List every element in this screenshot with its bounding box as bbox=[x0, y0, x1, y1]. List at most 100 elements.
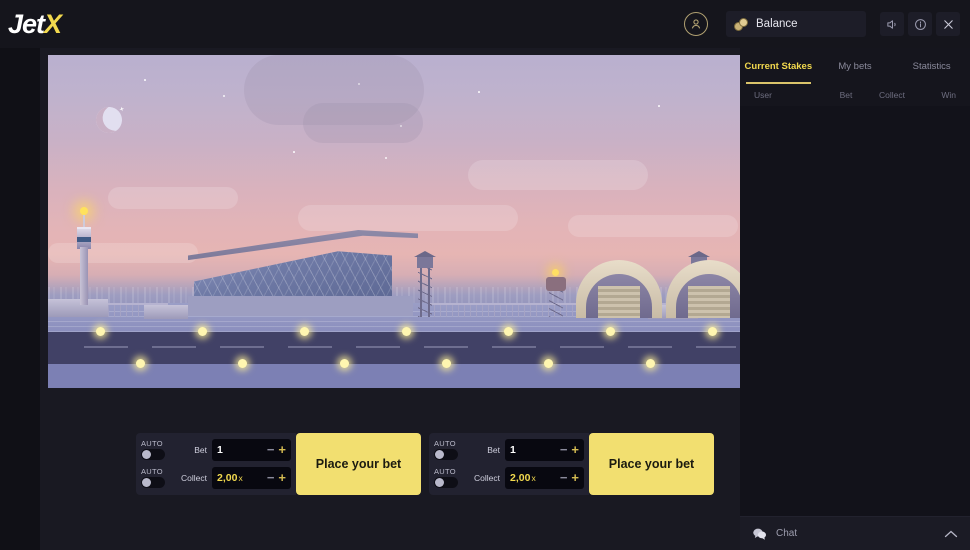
auto-bet-toggle-group[interactable]: AUTO bbox=[141, 440, 168, 460]
column-header-bet: Bet bbox=[839, 90, 853, 100]
collect-value[interactable]: 2,00x bbox=[510, 472, 556, 484]
plus-icon[interactable]: + bbox=[278, 471, 286, 484]
hangar-door bbox=[688, 286, 730, 318]
place-bet-button-2[interactable]: Place your bet bbox=[589, 433, 714, 495]
water-tank bbox=[546, 277, 566, 291]
plus-icon[interactable]: + bbox=[278, 443, 286, 456]
auto-collect-toggle[interactable] bbox=[141, 477, 165, 488]
bet-value[interactable]: 1 bbox=[217, 444, 263, 456]
airport-terminal bbox=[188, 230, 418, 318]
auto-collect-toggle[interactable] bbox=[434, 477, 458, 488]
right-sidebar: Current Stakes My bets Statistics User B… bbox=[740, 48, 970, 550]
chevron-up-icon[interactable] bbox=[944, 529, 958, 539]
bet-controls-area: AUTO Bet 1 − + AUTO Collect 2,00x − + Pl… bbox=[48, 433, 732, 505]
runway-light bbox=[238, 359, 247, 368]
bet-label: Bet bbox=[194, 445, 207, 455]
minus-icon[interactable]: − bbox=[267, 443, 275, 456]
balance-label: Balance bbox=[756, 18, 798, 30]
collect-value[interactable]: 2,00x bbox=[217, 472, 263, 484]
tab-my-bets[interactable]: My bets bbox=[817, 48, 894, 84]
info-icon[interactable] bbox=[908, 12, 932, 36]
runway bbox=[48, 332, 740, 364]
bet-panel-2: AUTO Bet 1 − + AUTO Collect 2,00x − + Pl… bbox=[429, 433, 714, 495]
chat-bubble-icon bbox=[753, 528, 767, 540]
cloud bbox=[468, 160, 648, 190]
sound-icon[interactable] bbox=[880, 12, 904, 36]
bet-value[interactable]: 1 bbox=[510, 444, 556, 456]
user-glyph bbox=[691, 19, 701, 29]
low-building bbox=[144, 305, 188, 319]
balance-field[interactable]: Balance bbox=[726, 11, 866, 37]
auto-collect-label: AUTO bbox=[434, 467, 456, 476]
runway-light bbox=[402, 327, 411, 336]
column-header-user: User bbox=[754, 90, 772, 100]
coins-icon bbox=[734, 17, 749, 31]
minus-icon[interactable]: − bbox=[267, 471, 275, 484]
logo-x-text: X bbox=[44, 8, 62, 39]
top-bar: JetX Balance bbox=[0, 0, 970, 48]
runway-light bbox=[340, 359, 349, 368]
user-circle-icon[interactable] bbox=[684, 12, 708, 36]
plus-icon[interactable]: + bbox=[571, 471, 579, 484]
auto-bet-toggle[interactable] bbox=[434, 449, 458, 460]
bet-panel-1: AUTO Bet 1 − + AUTO Collect 2,00x − + Pl… bbox=[136, 433, 421, 495]
close-glyph bbox=[943, 19, 953, 29]
tab-statistics[interactable]: Statistics bbox=[893, 48, 970, 84]
game-scene[interactable] bbox=[48, 55, 740, 388]
hangar-door bbox=[598, 286, 640, 318]
water-tower bbox=[546, 269, 566, 317]
water-tower-legs bbox=[549, 291, 563, 317]
runway-light bbox=[646, 359, 655, 368]
sidebar-tabs: Current Stakes My bets Statistics bbox=[740, 48, 970, 84]
bet-stepper[interactable]: 1 − + bbox=[505, 439, 584, 461]
tower-shaft bbox=[80, 247, 88, 305]
collect-stepper[interactable]: 2,00x − + bbox=[505, 467, 584, 489]
stakes-list[interactable] bbox=[740, 106, 970, 516]
top-bar-right-controls: Balance bbox=[684, 0, 970, 48]
runway-light bbox=[300, 327, 309, 336]
terminal-base bbox=[188, 296, 413, 316]
place-bet-button-1[interactable]: Place your bet bbox=[296, 433, 421, 495]
auto-collect-toggle-group[interactable]: AUTO bbox=[434, 468, 461, 488]
auto-bet-label: AUTO bbox=[434, 439, 456, 448]
stakes-table-header: User Bet Collect Win bbox=[740, 84, 970, 106]
runway-light bbox=[442, 359, 451, 368]
bet-stepper[interactable]: 1 − + bbox=[212, 439, 291, 461]
cloud bbox=[48, 243, 198, 263]
tab-current-stakes[interactable]: Current Stakes bbox=[740, 48, 817, 84]
logo-jet-text: Jet bbox=[8, 8, 45, 39]
jetx-logo[interactable]: JetX bbox=[8, 8, 62, 40]
collect-label: Collect bbox=[474, 473, 500, 483]
plus-icon[interactable]: + bbox=[571, 443, 579, 456]
minus-icon[interactable]: − bbox=[560, 471, 568, 484]
collect-row: AUTO Collect 2,00x − + bbox=[141, 465, 291, 491]
info-glyph bbox=[914, 18, 926, 30]
control-tower bbox=[77, 205, 91, 305]
runway-light bbox=[504, 327, 513, 336]
cloud bbox=[108, 187, 238, 209]
cloud bbox=[568, 215, 738, 237]
tower-beacon-light bbox=[80, 207, 88, 215]
close-icon[interactable] bbox=[936, 12, 960, 36]
column-header-collect: Collect bbox=[879, 90, 905, 100]
chat-bar[interactable]: Chat bbox=[740, 516, 970, 550]
hangar bbox=[666, 260, 740, 318]
cloud bbox=[298, 205, 518, 231]
runway-light bbox=[136, 359, 145, 368]
runway-light bbox=[198, 327, 207, 336]
collect-label: Collect bbox=[181, 473, 207, 483]
column-header-win: Win bbox=[941, 90, 956, 100]
collect-stepper[interactable]: 2,00x − + bbox=[212, 467, 291, 489]
minus-icon[interactable]: − bbox=[560, 443, 568, 456]
hangar bbox=[576, 260, 662, 318]
main-panel: AUTO Bet 1 − + AUTO Collect 2,00x − + Pl… bbox=[40, 48, 740, 550]
chat-label: Chat bbox=[776, 528, 798, 539]
auto-bet-toggle[interactable] bbox=[141, 449, 165, 460]
water-tower-light bbox=[552, 269, 559, 276]
auto-bet-label: AUTO bbox=[141, 439, 163, 448]
bet-label: Bet bbox=[487, 445, 500, 455]
auto-bet-toggle-group[interactable]: AUTO bbox=[434, 440, 461, 460]
bet-row: AUTO Bet 1 − + bbox=[434, 437, 584, 463]
watchtower-cabin bbox=[417, 257, 433, 268]
auto-collect-toggle-group[interactable]: AUTO bbox=[141, 468, 168, 488]
